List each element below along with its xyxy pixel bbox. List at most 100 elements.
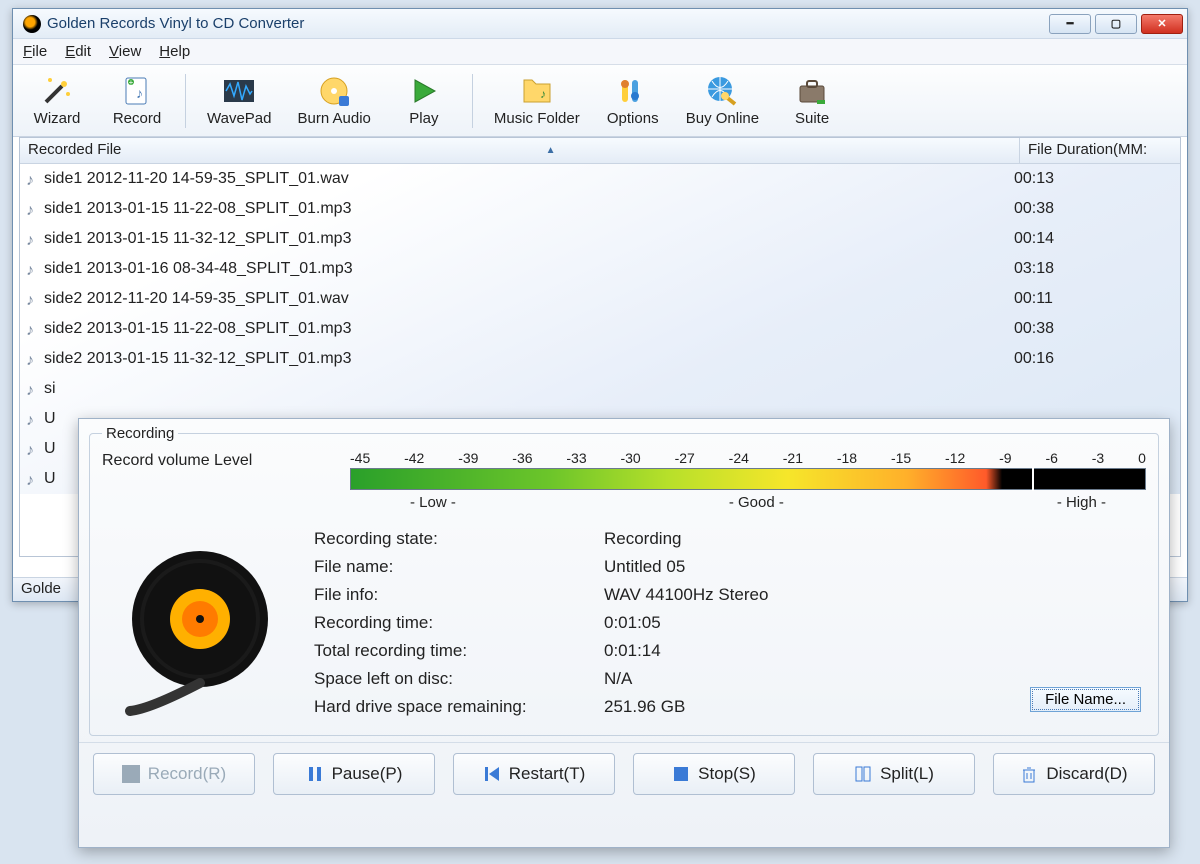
button-label: Pause(P)	[332, 764, 403, 784]
restart-button[interactable]: Restart(T)	[453, 753, 615, 795]
value-rectime: 0:01:05	[604, 613, 1138, 633]
list-item[interactable]: ♪side2 2013-01-15 11-22-08_SPLIT_01.mp30…	[20, 314, 1180, 344]
file-duration: 00:38	[1014, 200, 1174, 218]
rec-button: Record(R)	[93, 753, 255, 795]
meter-tick: -30	[620, 450, 640, 466]
meter-tick: -39	[458, 450, 478, 466]
file-name: side1 2013-01-15 11-22-08_SPLIT_01.mp3	[44, 200, 1014, 218]
globe-key-icon	[705, 74, 739, 108]
suitcase-icon	[795, 74, 829, 108]
tool-label: Record	[113, 110, 161, 127]
button-label: Split(L)	[880, 764, 934, 784]
meter-tick: -36	[512, 450, 532, 466]
list-item[interactable]: ♪side2 2012-11-20 14-59-35_SPLIT_01.wav0…	[20, 284, 1180, 314]
volume-meter: -45-42-39-36-33-30-27-24-21-18-15-12-9-6…	[350, 450, 1146, 511]
meter-tick: -12	[945, 450, 965, 466]
music-note-icon: ♪	[26, 352, 40, 366]
volume-meter-row: Record volume Level -45-42-39-36-33-30-2…	[102, 450, 1146, 511]
recording-group: Recording Record volume Level -45-42-39-…	[89, 425, 1159, 736]
window-title: Golden Records Vinyl to CD Converter	[47, 15, 1049, 32]
list-item[interactable]: ♪side1 2013-01-15 11-32-12_SPLIT_01.mp30…	[20, 224, 1180, 254]
value-fileinfo: WAV 44100Hz Stereo	[604, 585, 1138, 605]
sort-indicator-icon: ▲	[546, 145, 556, 156]
wand-icon	[40, 74, 74, 108]
meter-tick: -45	[350, 450, 370, 466]
svg-text:♪: ♪	[136, 85, 143, 101]
menu-view[interactable]: View	[109, 43, 141, 60]
label-tottime: Total recording time:	[314, 641, 584, 661]
button-label: Discard(D)	[1046, 764, 1127, 784]
list-item[interactable]: ♪side1 2013-01-16 08-34-48_SPLIT_01.mp30…	[20, 254, 1180, 284]
label-disc: Space left on disc:	[314, 669, 584, 689]
file-name: side1 2013-01-15 11-32-12_SPLIT_01.mp3	[44, 230, 1014, 248]
menu-help[interactable]: Help	[159, 43, 190, 60]
tool-label: Options	[607, 110, 659, 127]
discard-button[interactable]: Discard(D)	[993, 753, 1155, 795]
file-duration: 00:11	[1014, 290, 1174, 308]
file-duration: 00:13	[1014, 170, 1174, 188]
vinyl-record-icon	[110, 539, 290, 719]
button-label: Stop(S)	[698, 764, 756, 784]
zone-good: - Good -	[729, 494, 784, 511]
meter-tick: -27	[675, 450, 695, 466]
meter-bar	[350, 468, 1146, 490]
close-button[interactable]: ✕	[1141, 14, 1183, 34]
col-duration[interactable]: File Duration(MM:	[1020, 138, 1180, 163]
split-button[interactable]: Split(L)	[813, 753, 975, 795]
toolbar-separator	[185, 74, 186, 128]
music-note-icon: ♪	[26, 292, 40, 306]
zone-low: - Low -	[410, 494, 456, 511]
meter-tick: -33	[566, 450, 586, 466]
col-recorded-file[interactable]: Recorded File ▲	[20, 138, 1020, 163]
stop-button[interactable]: Stop(S)	[633, 753, 795, 795]
tool-label: Play	[409, 110, 438, 127]
tool-label: Buy Online	[686, 110, 759, 127]
meter-tick: -6	[1045, 450, 1057, 466]
label-rectime: Recording time:	[314, 613, 584, 633]
tool-label: Burn Audio	[297, 110, 370, 127]
list-item[interactable]: ♪ side1 2013-01-15 11-22-08_SPLIT_01.mp30…	[20, 194, 1180, 224]
pause-button[interactable]: Pause(P)	[273, 753, 435, 795]
music-note-icon: ♪	[26, 232, 40, 246]
tool-label: WavePad	[207, 110, 271, 127]
list-item[interactable]: ♪side2 2013-01-15 11-32-12_SPLIT_01.mp30…	[20, 344, 1180, 374]
window-controls: ━ ▢ ✕	[1049, 14, 1183, 34]
music-note-icon: ♪	[26, 202, 40, 216]
dialog-button-bar: Record(R) Pause(P) Restart(T) Stop(S) Sp…	[79, 742, 1169, 807]
music-note-icon: ♪	[26, 412, 40, 426]
menubar: File Edit View Help	[13, 39, 1187, 65]
list-item[interactable]: ♪side1 2012-11-20 14-59-35_SPLIT_01.wav0…	[20, 164, 1180, 194]
toolbar-wizard[interactable]: Wizard	[17, 70, 97, 131]
zone-high: - High -	[1057, 494, 1106, 511]
music-note-icon: ♪	[26, 382, 40, 396]
meter-tick: -24	[729, 450, 749, 466]
file-name-button[interactable]: File Name...	[1030, 687, 1141, 712]
options-icon	[616, 74, 650, 108]
minimize-button[interactable]: ━	[1049, 14, 1091, 34]
svg-text:+: +	[129, 78, 134, 87]
meter-tick: -15	[891, 450, 911, 466]
recording-dialog: Recording Record volume Level -45-42-39-…	[78, 418, 1170, 848]
meter-zones: - Low - - Good - - High -	[350, 494, 1146, 511]
toolbar-play[interactable]: Play	[384, 70, 464, 131]
value-tottime: 0:01:14	[604, 641, 1138, 661]
toolbar-buy-online[interactable]: Buy Online	[673, 70, 772, 131]
toolbar-wavepad[interactable]: WavePad	[194, 70, 284, 131]
toolbar-suite[interactable]: Suite	[772, 70, 852, 131]
meter-tick: -18	[837, 450, 857, 466]
toolbar-options[interactable]: Options	[593, 70, 673, 131]
list-item[interactable]: ♪si	[20, 374, 1180, 404]
toolbar-burn-audio[interactable]: Burn Audio	[284, 70, 383, 131]
toolbar-music-folder[interactable]: ♪Music Folder	[481, 70, 593, 131]
maximize-button[interactable]: ▢	[1095, 14, 1137, 34]
tool-label: Suite	[795, 110, 829, 127]
file-name: side1 2013-01-16 08-34-48_SPLIT_01.mp3	[44, 260, 1014, 278]
meter-tick: -9	[999, 450, 1011, 466]
meter-tick: -42	[404, 450, 424, 466]
toolbar-record[interactable]: +♪ Record	[97, 70, 177, 131]
value-disc: N/A	[604, 669, 1138, 689]
tool-label: Music Folder	[494, 110, 580, 127]
waveform-icon	[222, 74, 256, 108]
menu-file[interactable]: File	[23, 43, 47, 60]
menu-edit[interactable]: Edit	[65, 43, 91, 60]
